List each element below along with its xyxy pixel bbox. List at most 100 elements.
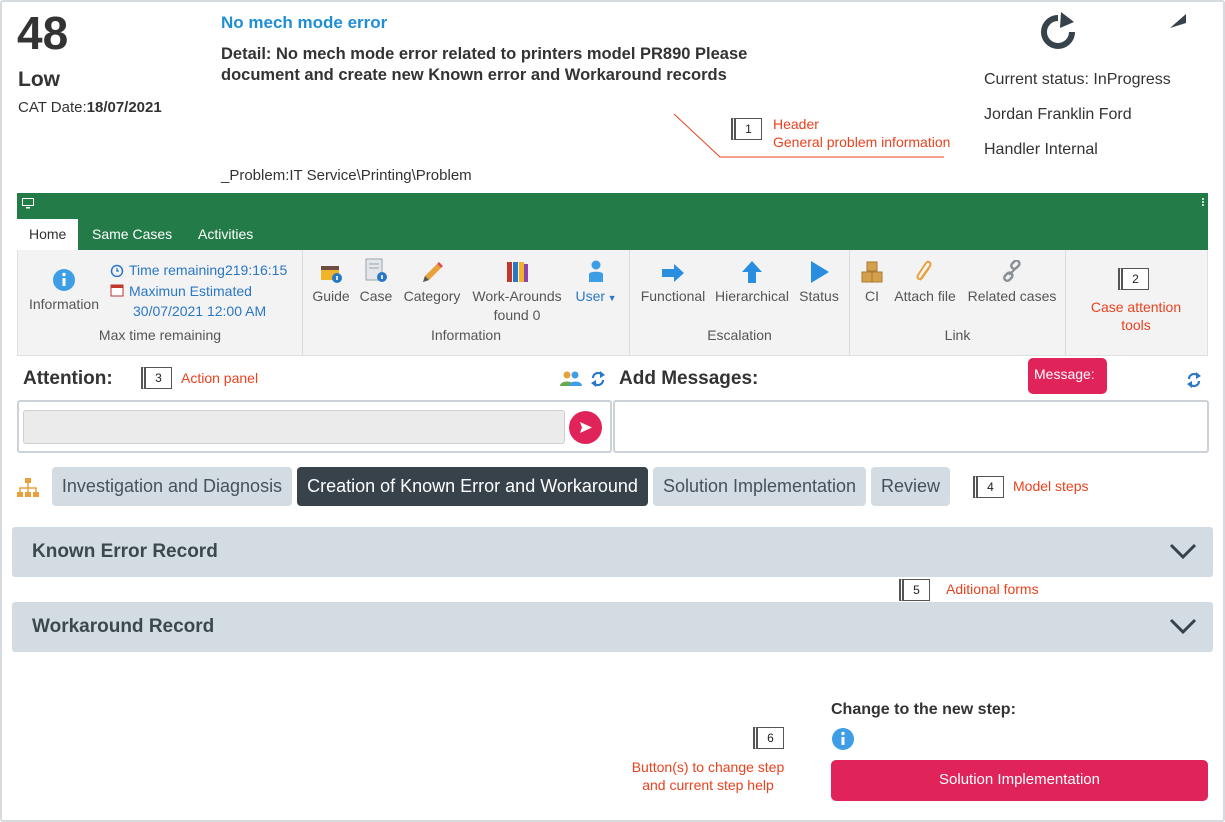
arrow-right-icon [662, 264, 684, 282]
callout-2-line2: tools [1121, 317, 1151, 333]
group-label-escalation: Escalation [707, 327, 772, 343]
reply-icon[interactable] [1170, 14, 1210, 53]
workaround-form[interactable]: Workaround Record [12, 602, 1213, 652]
known-error-title: Known Error Record [32, 541, 218, 562]
refresh-small-icon[interactable] [590, 370, 606, 388]
group-icon[interactable] [559, 370, 583, 388]
functional-label: Functional [640, 288, 706, 304]
attention-input[interactable] [23, 410, 565, 444]
add-messages-title: Add Messages: [619, 368, 759, 389]
ci-button[interactable]: CI [856, 260, 888, 304]
callout-3-box: 3 [141, 367, 172, 389]
guide-icon [321, 266, 342, 283]
callout-2-box: 2 [1118, 268, 1149, 290]
assignee-name: Jordan Franklin Ford [984, 106, 1132, 123]
time-remaining: Time remaining219:16:15 [129, 262, 288, 278]
info-icon[interactable] [831, 727, 855, 751]
information-label: Information [28, 296, 100, 312]
info-icon [53, 269, 75, 291]
callout-1-line2: General problem information [773, 134, 951, 150]
status-label: Status [799, 288, 839, 304]
calendar-icon [110, 284, 124, 297]
user-label: User [575, 288, 606, 304]
play-icon [811, 261, 829, 283]
send-icon [580, 422, 592, 433]
related-cases-button[interactable]: Related cases [962, 260, 1062, 304]
send-button[interactable] [569, 411, 602, 444]
hierarchical-button[interactable]: Hierarchical [714, 260, 790, 304]
step-investigation[interactable]: Investigation and Diagnosis [52, 467, 292, 506]
workarounds-icon [507, 262, 528, 282]
max-estimated: Maximun Estimated [129, 283, 252, 299]
guide-label: Guide [312, 288, 350, 304]
group-max-time: Information Time remaining219:16:15 Maxi… [18, 250, 303, 355]
callout-5-line1: Aditional forms [946, 581, 1039, 597]
step-solution-implementation[interactable]: Solution Implementation [653, 467, 866, 506]
tab-home[interactable]: Home [17, 219, 79, 250]
step-review[interactable]: Review [871, 467, 950, 506]
group-link: CI Attach file Related cases Link [850, 250, 1066, 355]
max-estimated-date: 30/07/2021 12:00 AM [133, 303, 267, 319]
chevron-down-icon[interactable] [1169, 542, 1197, 560]
attach-file-label: Attach file [894, 288, 956, 304]
case-icon [365, 258, 387, 282]
ribbon-body: Information Time remaining219:16:15 Maxi… [17, 250, 1208, 356]
clock-icon [110, 264, 124, 277]
callout-4-text: Model steps [1013, 478, 1089, 494]
group-label-information: Information [430, 327, 502, 343]
hierarchical-label: Hierarchical [715, 288, 789, 304]
more-icon[interactable] [1201, 197, 1205, 207]
current-status: Current status: InProgress [984, 71, 1171, 88]
workarounds-count: found 0 [493, 307, 541, 323]
hierarchy-icon [17, 478, 39, 497]
callout-5-box: 5 [899, 579, 930, 601]
messages-input[interactable] [613, 400, 1209, 453]
related-cases-label: Related cases [967, 288, 1057, 304]
solution-implementation-button[interactable]: Solution Implementation [831, 760, 1208, 801]
ribbon-tabbar: Home Same Cases Activities [17, 193, 1208, 250]
ci-label: CI [865, 288, 879, 304]
guide-button[interactable]: Guide [311, 260, 351, 304]
functional-button[interactable]: Functional [636, 262, 710, 304]
tab-activities[interactable]: Activities [186, 219, 265, 250]
cat-date-label: CAT Date: [18, 99, 87, 116]
callout-2-text: Case attention tools [1068, 298, 1204, 334]
arrow-up-icon [742, 261, 762, 283]
caret-down-icon: ▼ [605, 293, 617, 303]
group-escalation: Functional Hierarchical Status Escalatio… [630, 250, 850, 355]
change-step-title: Change to the new step: [831, 701, 1016, 718]
status-button[interactable]: Status [794, 260, 844, 304]
user-dropdown[interactable]: User ▼ [571, 260, 621, 304]
category-button[interactable]: Category [401, 260, 463, 304]
known-error-form[interactable]: Known Error Record [12, 527, 1213, 577]
user-icon [589, 260, 603, 282]
attach-file-button[interactable]: Attach file [892, 260, 958, 304]
group-information: Guide Case Category Work-Arounds found 0… [303, 250, 630, 355]
workarounds-button[interactable]: Work-Arounds found 0 [468, 260, 566, 323]
group-label-link: Link [944, 327, 971, 343]
cat-date-value: 18/07/2021 [86, 99, 162, 116]
case-button[interactable]: Case [356, 258, 396, 304]
callout-6-line2: and current step help [642, 777, 774, 793]
information-button[interactable]: Information [26, 268, 102, 312]
callout-1-box: 1 [731, 118, 762, 140]
case-detail: Detail: No mech mode error related to pr… [221, 45, 748, 84]
callout-6-line1: Button(s) to change step [631, 759, 785, 775]
chevron-down-icon[interactable] [1169, 617, 1197, 635]
cat-date: CAT Date:18/07/2021 [18, 99, 162, 116]
refresh-icon[interactable] [1036, 12, 1080, 57]
case-number: 48 [17, 7, 69, 59]
tab-same-cases[interactable]: Same Cases [80, 219, 184, 250]
attention-title: Attention: [23, 368, 113, 389]
step-creation-known-error[interactable]: Creation of Known Error and Workaround [297, 467, 648, 506]
callout-1-line1: Header [773, 116, 819, 132]
callout-2-line1: Case attention [1090, 299, 1182, 315]
ci-icon [861, 261, 883, 283]
category-label: Category [403, 288, 461, 304]
priority-label: Low [18, 68, 60, 91]
callout-1-text: Header General problem information [773, 115, 950, 151]
group-label-max-time: Max time remaining [98, 327, 222, 343]
handler-type: Handler Internal [984, 141, 1098, 158]
refresh-messages-icon[interactable] [1186, 371, 1202, 389]
attention-panel [17, 400, 612, 453]
